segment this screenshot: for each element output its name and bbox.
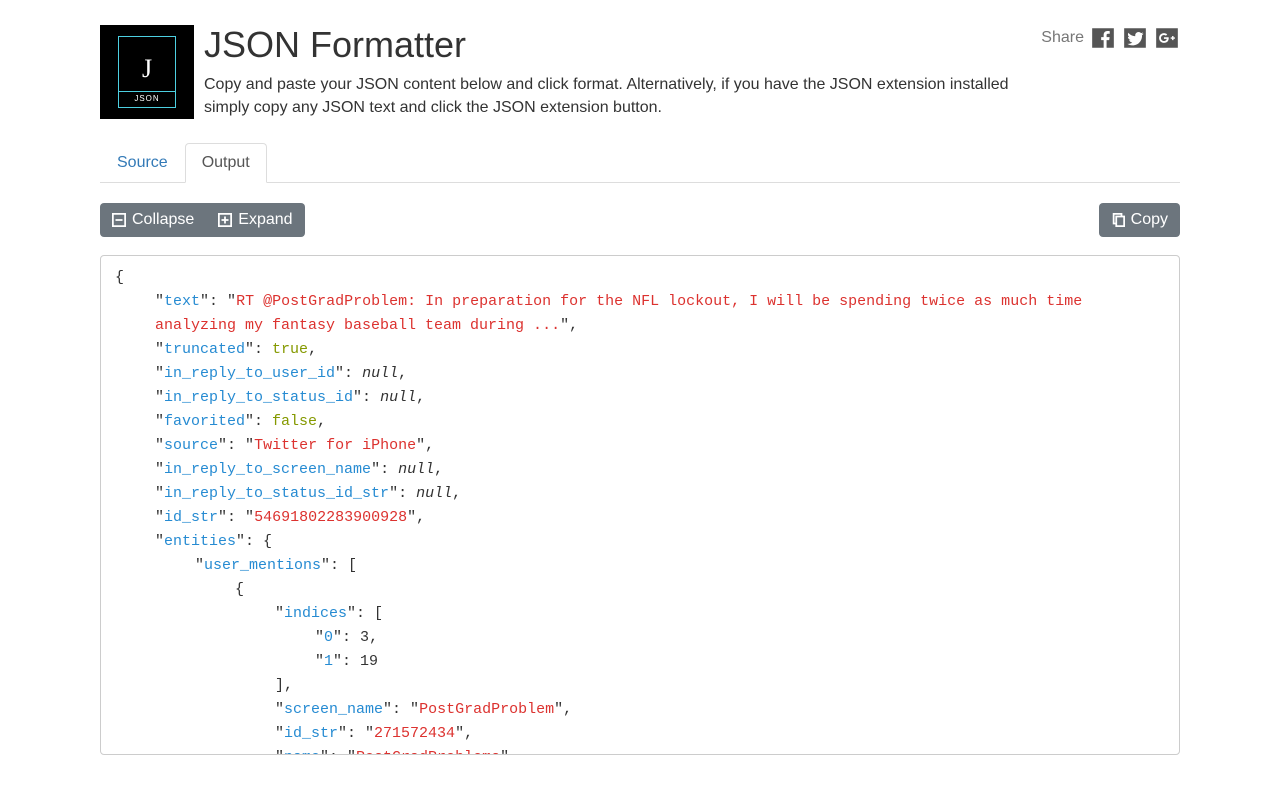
logo-letter: J bbox=[142, 56, 152, 82]
collapse-label: Collapse bbox=[132, 211, 194, 229]
expand-label: Expand bbox=[238, 211, 292, 229]
page-description: Copy and paste your JSON content below a… bbox=[204, 73, 1024, 119]
logo-text: JSON bbox=[119, 91, 175, 103]
expand-button[interactable]: Expand bbox=[206, 203, 304, 237]
tab-output[interactable]: Output bbox=[185, 143, 267, 183]
twitter-icon[interactable] bbox=[1122, 25, 1148, 51]
share-label: Share bbox=[1041, 29, 1084, 47]
json-output[interactable]: {"text": "RT @PostGradProblem: In prepar… bbox=[100, 255, 1180, 755]
collapse-button[interactable]: Collapse bbox=[100, 203, 206, 237]
copy-button[interactable]: Copy bbox=[1099, 203, 1180, 237]
copy-icon bbox=[1111, 213, 1125, 227]
facebook-icon[interactable] bbox=[1090, 25, 1116, 51]
minus-square-icon bbox=[112, 213, 126, 227]
plus-square-icon bbox=[218, 213, 232, 227]
tabs: Source Output bbox=[100, 143, 1180, 183]
copy-label: Copy bbox=[1131, 211, 1168, 229]
page-title: JSON Formatter bbox=[204, 25, 1031, 65]
tab-source[interactable]: Source bbox=[100, 143, 185, 183]
app-logo: J JSON bbox=[100, 25, 194, 119]
google-plus-icon[interactable] bbox=[1154, 25, 1180, 51]
